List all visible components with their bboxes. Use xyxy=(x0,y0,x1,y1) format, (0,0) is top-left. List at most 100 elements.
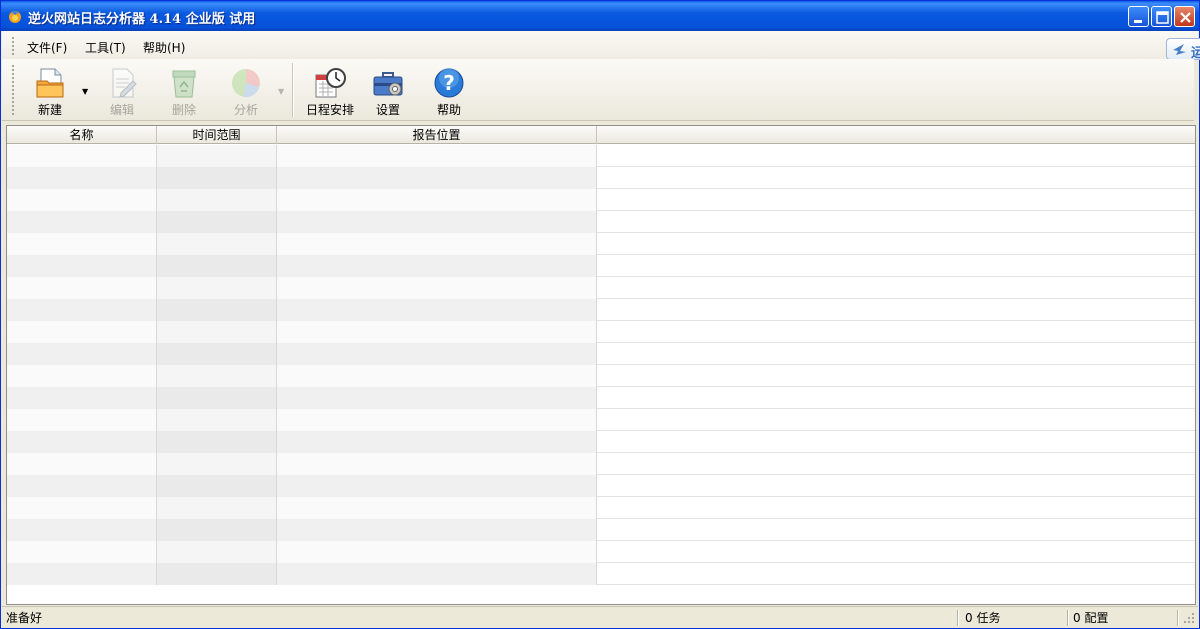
table-row[interactable] xyxy=(7,189,1195,211)
recycle-bin-icon xyxy=(172,70,196,98)
table-cell xyxy=(7,563,157,585)
table-cell xyxy=(277,321,597,343)
table-row[interactable] xyxy=(7,519,1195,541)
column-header-name[interactable]: 名称 xyxy=(7,126,157,144)
table-cell xyxy=(277,497,597,519)
table-row[interactable] xyxy=(7,211,1195,233)
table-cell xyxy=(277,211,597,233)
resize-grip-icon[interactable] xyxy=(1182,611,1196,625)
toolbar: 新建 ▼ 编辑 删除 分析 ▼ 日程安排 设置 ? 帮助 xyxy=(2,59,1194,121)
table-row[interactable] xyxy=(7,321,1195,343)
table-row[interactable] xyxy=(7,431,1195,453)
analyze-button[interactable]: 分析 xyxy=(218,67,274,117)
maximize-button[interactable] xyxy=(1151,6,1172,27)
close-button[interactable] xyxy=(1174,6,1195,27)
status-text: 准备好 xyxy=(6,611,43,625)
toolbar-grip[interactable] xyxy=(12,65,14,115)
table-cell xyxy=(157,431,277,453)
table-row[interactable] xyxy=(7,497,1195,519)
table-cell xyxy=(277,365,597,387)
table-cell xyxy=(277,255,597,277)
table-cell xyxy=(157,255,277,277)
side-tab[interactable]: 运 xyxy=(1166,38,1200,61)
table-cell xyxy=(7,277,157,299)
menu-grip[interactable] xyxy=(12,37,14,55)
delete-label: 删除 xyxy=(171,103,196,117)
table-row[interactable] xyxy=(7,563,1195,585)
table-cell xyxy=(7,189,157,211)
table-cell xyxy=(277,475,597,497)
help-button[interactable]: ? 帮助 xyxy=(421,67,477,117)
table-cell xyxy=(277,541,597,563)
table-cell xyxy=(7,255,157,277)
schedule-button[interactable]: 日程安排 xyxy=(299,67,361,117)
delete-button[interactable]: 删除 xyxy=(156,67,212,117)
edit-label: 编辑 xyxy=(109,103,134,117)
column-header-report-location[interactable]: 报告位置 xyxy=(277,126,597,144)
table-cell xyxy=(157,519,277,541)
table-cell xyxy=(7,233,157,255)
table-row[interactable] xyxy=(7,409,1195,431)
table-cell xyxy=(157,321,277,343)
table-cell xyxy=(277,431,597,453)
table-cell xyxy=(157,145,277,167)
table-cell xyxy=(277,409,597,431)
table-cell xyxy=(157,211,277,233)
title-bar[interactable]: 逆火网站日志分析器 4.14 企业版 试用 xyxy=(1,1,1199,31)
table-row[interactable] xyxy=(7,365,1195,387)
status-bar: 准备好 0 任务 0 配置 xyxy=(2,606,1198,628)
table-cell xyxy=(277,167,597,189)
status-task-count: 0 任务 xyxy=(965,611,1001,625)
table-cell xyxy=(157,299,277,321)
bird-icon xyxy=(1173,44,1186,55)
menu-help[interactable]: 帮助(H) xyxy=(143,39,185,56)
table-row[interactable] xyxy=(7,255,1195,277)
table-cell xyxy=(7,475,157,497)
menu-file[interactable]: 文件(F) xyxy=(27,39,67,56)
table-row[interactable] xyxy=(7,299,1195,321)
column-header-time-range[interactable]: 时间范围 xyxy=(157,126,277,144)
new-folder-icon xyxy=(36,68,64,98)
table-row[interactable] xyxy=(7,343,1195,365)
table-cell xyxy=(7,145,157,167)
table-row[interactable] xyxy=(7,387,1195,409)
new-dropdown-arrow-icon[interactable]: ▼ xyxy=(82,87,88,96)
analyze-dropdown-arrow-icon[interactable]: ▼ xyxy=(278,87,284,96)
app-logo-icon xyxy=(7,8,23,24)
new-label: 新建 xyxy=(37,103,62,117)
app-window: 逆火网站日志分析器 4.14 企业版 试用 文件(F) 工具(T) 帮助(H) … xyxy=(0,0,1200,629)
help-question-icon: ? xyxy=(434,68,464,98)
table-cell xyxy=(277,189,597,211)
table-cell xyxy=(277,233,597,255)
help-label: 帮助 xyxy=(436,103,461,117)
table-cell xyxy=(157,167,277,189)
table-row[interactable] xyxy=(7,453,1195,475)
edit-button[interactable]: 编辑 xyxy=(94,67,150,117)
config-list[interactable]: 名称 时间范围 报告位置 xyxy=(6,125,1196,605)
toolbar-separator xyxy=(292,63,294,117)
menu-tools[interactable]: 工具(T) xyxy=(85,39,126,56)
schedule-clock-icon xyxy=(315,68,346,98)
table-row[interactable] xyxy=(7,233,1195,255)
table-row[interactable] xyxy=(7,145,1195,167)
table-cell xyxy=(277,145,597,167)
table-cell xyxy=(157,365,277,387)
table-row[interactable] xyxy=(7,277,1195,299)
table-cell xyxy=(7,211,157,233)
table-cell xyxy=(157,475,277,497)
table-cell xyxy=(157,497,277,519)
edit-icon xyxy=(112,68,137,98)
table-row[interactable] xyxy=(7,541,1195,563)
new-button[interactable]: 新建 xyxy=(22,67,78,117)
table-cell xyxy=(7,409,157,431)
minimize-button[interactable] xyxy=(1128,6,1149,27)
table-cell xyxy=(277,387,597,409)
table-cell xyxy=(157,189,277,211)
table-cell xyxy=(157,343,277,365)
table-cell xyxy=(7,167,157,189)
column-header-filler xyxy=(597,126,1195,144)
table-row[interactable] xyxy=(7,167,1195,189)
table-cell xyxy=(277,453,597,475)
settings-button[interactable]: 设置 xyxy=(360,67,416,117)
table-row[interactable] xyxy=(7,475,1195,497)
